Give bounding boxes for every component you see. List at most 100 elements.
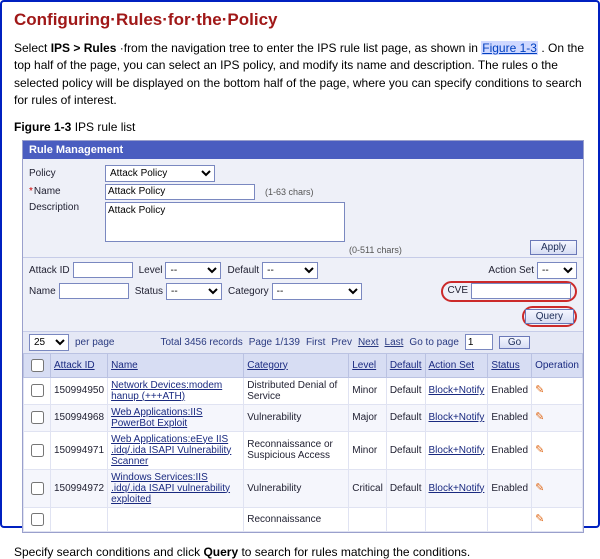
cell-operation: ✎: [532, 404, 583, 431]
row-checkbox[interactable]: [31, 482, 44, 495]
name-label: Name: [29, 186, 99, 197]
description-label: Description: [29, 202, 99, 213]
cell-default: Default: [386, 431, 425, 469]
goto-label: Go to page: [409, 337, 458, 348]
col-status[interactable]: Status: [488, 353, 532, 377]
cell-attackid: 150994950: [51, 377, 108, 404]
row-checkbox[interactable]: [31, 384, 44, 397]
action-set-link[interactable]: Block+Notify: [429, 483, 485, 494]
filter-category-select[interactable]: --: [272, 283, 362, 300]
col-checkbox[interactable]: [24, 353, 51, 377]
filter-level-select[interactable]: --: [165, 262, 221, 279]
row-checkbox[interactable]: [31, 513, 44, 526]
per-page-label: per page: [75, 337, 114, 348]
action-set-link[interactable]: Block+Notify: [429, 412, 485, 423]
filter-actionset-label: Action Set: [488, 265, 534, 276]
bottom-post: to search for rules matching the conditi…: [241, 545, 470, 559]
edit-icon[interactable]: ✎: [535, 444, 544, 456]
policy-select[interactable]: Attack Policy: [105, 165, 215, 182]
rule-name-link[interactable]: Windows Services:IIS .idq/.ida ISAPI vul…: [111, 472, 230, 505]
filter-category-label: Category: [228, 286, 269, 297]
pager-bar: 25 per page Total 3456 records Page 1/13…: [23, 331, 583, 353]
name-input[interactable]: [105, 184, 255, 200]
rule-name-link[interactable]: Web Applications:eEye IIS .idq/.ida ISAP…: [111, 434, 231, 467]
panel-title: Rule Management: [23, 141, 583, 159]
cell-status: [488, 507, 532, 531]
cell-level: [349, 507, 387, 531]
row-checkbox[interactable]: [31, 411, 44, 424]
pager-next[interactable]: Next: [358, 337, 379, 348]
figure-caption: Figure 1-3 IPS rule list: [14, 120, 586, 134]
filter-bar: Attack ID Level -- Default -- Action Set…: [23, 257, 583, 331]
cell-operation: ✎: [532, 377, 583, 404]
col-name[interactable]: Name: [108, 353, 244, 377]
row-checkbox[interactable]: [31, 444, 44, 457]
pager-first: First: [306, 337, 325, 348]
filter-name-label: Name: [29, 286, 56, 297]
cell-status: Enabled: [488, 431, 532, 469]
filter-attackid-input[interactable]: [73, 262, 133, 278]
section-heading: Configuring·Rules·for·the·Policy: [14, 10, 586, 30]
col-attackid[interactable]: Attack ID: [51, 353, 108, 377]
bottom-pre: Specify search conditions and click: [14, 545, 203, 559]
goto-input[interactable]: [465, 334, 493, 350]
action-set-link[interactable]: Block+Notify: [429, 445, 485, 456]
col-operation: Operation: [532, 353, 583, 377]
rule-name-link[interactable]: Network Devices:modem hanup (+++ATH): [111, 380, 222, 402]
table-row: 150994950Network Devices:modem hanup (++…: [24, 377, 583, 404]
action-set-link[interactable]: Block+Notify: [429, 385, 485, 396]
col-category[interactable]: Category: [244, 353, 349, 377]
filter-status-label: Status: [135, 286, 163, 297]
intro-paragraph: Select IPS > Rules ·from the navigation …: [14, 40, 586, 110]
rules-table: Attack ID Name Category Level Default Ac…: [23, 353, 583, 532]
filter-level-label: Level: [139, 265, 163, 276]
intro-pre: Select: [14, 41, 51, 55]
edit-icon[interactable]: ✎: [535, 482, 544, 494]
cell-category: Vulnerability: [244, 469, 349, 507]
bottom-query-word: Query: [203, 545, 238, 559]
col-default[interactable]: Default: [386, 353, 425, 377]
per-page-select[interactable]: 25: [29, 334, 69, 351]
cell-status: Enabled: [488, 404, 532, 431]
policy-form: Policy Attack Policy Name (1-63 chars) D…: [23, 159, 583, 257]
filter-default-select[interactable]: --: [262, 262, 318, 279]
cell-operation: ✎: [532, 507, 583, 531]
query-button[interactable]: Query: [525, 309, 574, 324]
select-all-checkbox[interactable]: [31, 359, 44, 372]
cell-default: Default: [386, 469, 425, 507]
cve-highlight: CVE: [441, 281, 577, 302]
filter-status-select[interactable]: --: [166, 283, 222, 300]
edit-icon[interactable]: ✎: [535, 411, 544, 423]
cell-default: Default: [386, 377, 425, 404]
cell-attackid: [51, 507, 108, 531]
description-textarea[interactable]: Attack Policy: [105, 202, 345, 242]
cell-category: Distributed Denial of Service: [244, 377, 349, 404]
filter-cve-label: CVE: [447, 285, 468, 296]
cell-operation: ✎: [532, 469, 583, 507]
col-actionset[interactable]: Action Set: [425, 353, 488, 377]
rule-name-link[interactable]: Web Applications:IIS PowerBot Exploit: [111, 407, 203, 429]
edit-icon[interactable]: ✎: [535, 513, 544, 525]
figure-link[interactable]: Figure 1-3: [481, 41, 538, 55]
filter-actionset-select[interactable]: --: [537, 262, 577, 279]
go-button[interactable]: Go: [499, 336, 530, 349]
cell-default: [386, 507, 425, 531]
filter-default-label: Default: [227, 265, 259, 276]
name-hint: (1-63 chars): [265, 187, 314, 197]
filter-attackid-label: Attack ID: [29, 265, 70, 276]
edit-icon[interactable]: ✎: [535, 384, 544, 396]
apply-button[interactable]: Apply: [530, 240, 577, 255]
pager-last[interactable]: Last: [385, 337, 404, 348]
table-row: 150994972Windows Services:IIS .idq/.ida …: [24, 469, 583, 507]
page-indicator: Page 1/139: [249, 337, 300, 348]
figure-number: Figure 1-3: [14, 120, 71, 134]
cell-level: Major: [349, 404, 387, 431]
cell-attackid: 150994968: [51, 404, 108, 431]
cell-operation: ✎: [532, 431, 583, 469]
table-row: Reconnaissance✎: [24, 507, 583, 531]
col-level[interactable]: Level: [349, 353, 387, 377]
filter-cve-input[interactable]: [471, 283, 571, 299]
cell-attackid: 150994971: [51, 431, 108, 469]
cell-attackid: 150994972: [51, 469, 108, 507]
filter-name-input[interactable]: [59, 283, 129, 299]
